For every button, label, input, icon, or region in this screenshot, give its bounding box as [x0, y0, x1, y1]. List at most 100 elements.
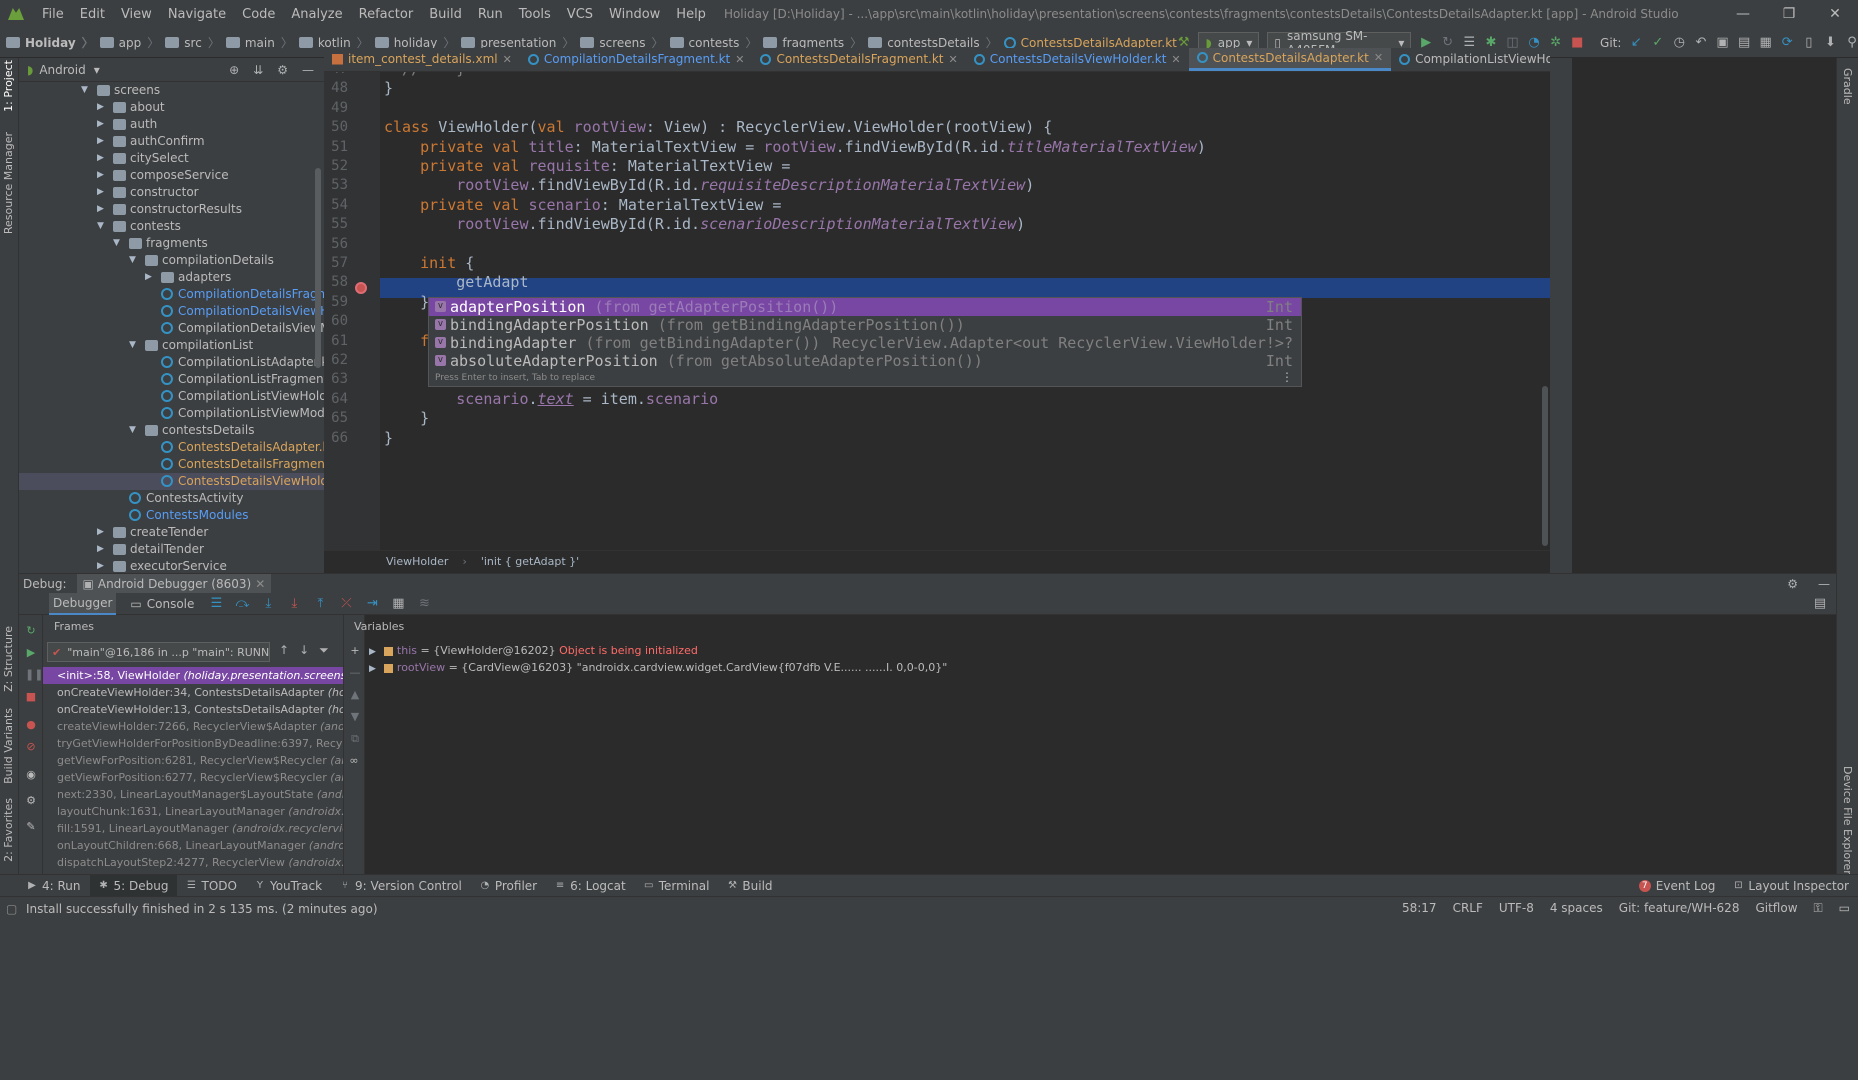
indent-setting[interactable]: 4 spaces	[1550, 901, 1603, 916]
stop-icon[interactable]: ■	[25, 691, 37, 703]
chevron-right-icon[interactable]: ▶	[145, 269, 155, 286]
status-toggle-icon[interactable]: ▢	[6, 902, 17, 916]
menu-item-edit[interactable]: Edit	[72, 7, 113, 22]
project-tree-item[interactable]: CompilationListViewHolder	[19, 388, 339, 405]
breadcrumb-item[interactable]: Holiday 〉	[0, 34, 94, 51]
menu-item-navigate[interactable]: Navigate	[160, 7, 234, 22]
tab-console[interactable]: ▭ Console	[126, 593, 198, 615]
project-tree-item[interactable]: ▶ constructorResults	[19, 201, 324, 218]
chevron-right-icon[interactable]: ▶	[97, 99, 107, 116]
breakpoint-icon[interactable]	[355, 282, 367, 294]
menu-item-code[interactable]: Code	[234, 7, 283, 22]
chevron-right-icon[interactable]: ▶	[97, 167, 107, 184]
caret-position[interactable]: 58:17	[1402, 901, 1437, 916]
git-rollback-icon[interactable]: ↶	[1694, 35, 1708, 51]
remove-watch-icon[interactable]: —	[349, 667, 361, 679]
chevron-down-icon[interactable]: ▼	[129, 252, 139, 269]
show-execution-point-icon[interactable]: ☰	[208, 596, 224, 612]
project-tree-item[interactable]: CompilationDetailsFragment	[19, 286, 349, 303]
project-tree-item[interactable]: ▼ compilationDetails	[19, 252, 324, 269]
editor-tab[interactable]: CompilationListViewHolder.kt✕	[1391, 48, 1550, 71]
project-tree-item[interactable]: ▶ composeService	[19, 167, 324, 184]
glasses-icon[interactable]: ∞	[348, 755, 360, 767]
menu-item-refactor[interactable]: Refactor	[351, 7, 422, 22]
memory-indicator-icon[interactable]: ▭	[1839, 901, 1850, 916]
breadcrumb-init[interactable]: 'init { getAdapt }'	[481, 555, 579, 568]
resource-manager-tool-tab[interactable]: Resource Manager	[2, 132, 15, 234]
chevron-down-icon[interactable]: ▼	[97, 218, 107, 235]
close-tab-icon[interactable]: ✕	[1171, 53, 1180, 66]
device-file-explorer-tool-tab[interactable]: Device File Explorer	[1841, 766, 1854, 875]
project-tree-item[interactable]: ContestsModules	[19, 507, 324, 524]
chevron-down-icon[interactable]: ▼	[113, 235, 123, 252]
chevron-right-icon[interactable]: ▶	[97, 133, 107, 150]
close-tab-icon[interactable]: ✕	[503, 53, 512, 66]
menu-item-vcs[interactable]: VCS	[559, 7, 601, 22]
project-tree-item[interactable]: ▼ screens	[19, 82, 324, 99]
locate-file-icon[interactable]: ⊕	[229, 63, 239, 77]
view-breakpoints-icon[interactable]: ●	[25, 719, 37, 731]
get-thread-dump-icon[interactable]: ◉	[25, 769, 37, 781]
git-history-icon[interactable]: ◷	[1673, 35, 1687, 51]
breadcrumb-class[interactable]: ViewHolder	[386, 555, 448, 568]
filter-icon[interactable]: ⏷	[319, 643, 329, 658]
pin-icon[interactable]: ✎	[25, 821, 37, 833]
lock-icon[interactable]: ⚿	[1814, 901, 1823, 916]
stack-frame[interactable]: getViewForPosition:6281, RecyclerView$Re…	[43, 752, 343, 769]
project-tree-item[interactable]: CompilationDetailsViewHolder	[19, 303, 360, 320]
chevron-right-icon[interactable]: ▶	[97, 524, 107, 541]
rerun-icon[interactable]: ↻	[25, 625, 37, 637]
resume-icon[interactable]: ▶	[25, 647, 37, 659]
add-watch-icon[interactable]: +	[349, 645, 361, 657]
menu-item-file[interactable]: File	[34, 7, 72, 22]
editor-tab[interactable]: item_contest_details.xml ✕	[324, 48, 520, 71]
tool-window-button[interactable]: ▭ Terminal	[635, 875, 719, 897]
project-tree-item[interactable]: ContestsDetailsAdapter.kt	[19, 439, 334, 456]
step-over-icon[interactable]: ⤼	[234, 596, 250, 612]
git-update-icon[interactable]: ↙	[1629, 35, 1643, 51]
arrow-up-icon[interactable]: ↑	[279, 643, 289, 658]
thread-select[interactable]: ✔ "main"@16,186 in ...p "main": RUNNING …	[47, 642, 270, 662]
stack-frame[interactable]: <init>:58, ViewHolder (holiday.presentat…	[43, 667, 343, 684]
tool-window-button[interactable]: Y YouTrack	[246, 875, 331, 897]
menu-item-tools[interactable]: Tools	[511, 7, 559, 22]
close-tab-icon[interactable]: ✕	[949, 53, 958, 66]
project-tree-item[interactable]: ContestsDetailsViewHolder	[19, 473, 340, 490]
tool-window-button[interactable]: ⚒ Build	[718, 875, 781, 897]
settings-gear-icon[interactable]: ⚙	[277, 63, 288, 77]
project-structure-icon[interactable]: ▦	[1759, 35, 1773, 51]
completion-item[interactable]: v bindingAdapterPosition (from getBinding…	[429, 316, 1301, 334]
chevron-right-icon[interactable]: ▶	[97, 201, 107, 218]
favorites-tool-tab[interactable]: 2: Favorites	[2, 798, 15, 862]
tool-window-button[interactable]: ▶ 4: Run	[18, 875, 90, 897]
hide-panel-icon[interactable]: —	[302, 63, 314, 77]
drop-frame-icon[interactable]: ⤫	[338, 596, 354, 612]
project-tree-item[interactable]: CompilationListAdapter.kt	[19, 354, 333, 371]
completion-item[interactable]: v absoluteAdapterPosition (from getAbsolu…	[429, 352, 1301, 370]
minimize-button[interactable]: —	[1720, 6, 1766, 22]
collapse-all-icon[interactable]: ⇊	[253, 63, 263, 77]
project-tool-tab[interactable]: 1: Project	[2, 60, 15, 112]
stack-frame[interactable]: dispatchLayoutStep2:4277, RecyclerView (…	[43, 854, 343, 871]
gradle-tool-tab[interactable]: Gradle	[1841, 68, 1854, 105]
project-tree-item[interactable]: ▶ authConfirm	[19, 133, 324, 150]
sync-gradle-icon[interactable]: ⟳	[1780, 35, 1794, 51]
stack-frame[interactable]: layoutChunk:1631, LinearLayoutManager (a…	[43, 803, 343, 820]
menu-item-build[interactable]: Build	[421, 7, 470, 22]
tool-window-button[interactable]: 7 Event Log	[1630, 875, 1725, 897]
line-separator[interactable]: CRLF	[1453, 901, 1483, 916]
project-scrollbar[interactable]	[315, 168, 321, 368]
settings-gear-icon[interactable]: ⚙	[25, 795, 37, 807]
close-window-button[interactable]: ✕	[1812, 6, 1858, 22]
run-to-cursor-icon[interactable]: ⇥	[364, 596, 380, 612]
chevron-right-icon[interactable]: ▶	[97, 116, 107, 133]
step-into-icon[interactable]: ⤓	[260, 596, 276, 612]
structure-tool-tab[interactable]: Z: Structure	[2, 626, 15, 692]
tool-window-button[interactable]: ☰ TODO	[177, 875, 245, 897]
project-tree-item[interactable]: ▶ about	[19, 99, 324, 116]
git-branch[interactable]: Git: feature/WH-628	[1619, 901, 1740, 916]
chevron-down-icon[interactable]: ▼	[129, 422, 139, 439]
editor-tab[interactable]: ContestsDetailsFragment.kt ✕	[752, 48, 965, 71]
maximize-button[interactable]: ❐	[1766, 6, 1812, 22]
step-out-icon[interactable]: ⤒	[312, 596, 328, 612]
